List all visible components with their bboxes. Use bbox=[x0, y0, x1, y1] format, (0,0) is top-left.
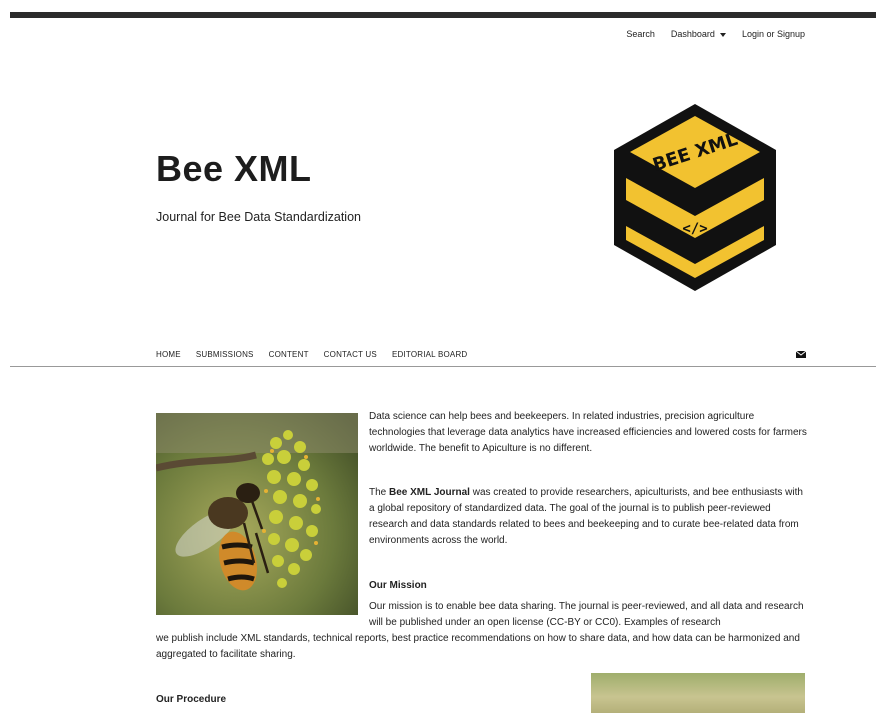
nav-divider bbox=[10, 366, 876, 367]
procedure-photo bbox=[591, 673, 805, 713]
intro-paragraph: Data science can help bees and beekeeper… bbox=[369, 411, 807, 454]
site-title[interactable]: Bee XML bbox=[156, 148, 312, 190]
login-signup-link[interactable]: Login or Signup bbox=[742, 29, 805, 39]
mission-paragraph-part1: Our mission is to enable bee data sharin… bbox=[369, 601, 804, 628]
bee-photo bbox=[156, 413, 358, 615]
envelope-icon[interactable] bbox=[796, 351, 806, 358]
mission-paragraph-part2: we publish include XML standards, techni… bbox=[156, 633, 800, 660]
nav-content[interactable]: CONTENT bbox=[269, 350, 309, 359]
journal-name: Bee XML Journal bbox=[389, 487, 470, 498]
nav-contact-us[interactable]: CONTACT US bbox=[324, 350, 377, 359]
procedure-heading: Our Procedure bbox=[156, 694, 227, 705]
journal-paragraph-prefix: The bbox=[369, 487, 390, 498]
top-bar bbox=[10, 12, 876, 18]
main-nav: HOME SUBMISSIONS CONTENT CONTACT US EDIT… bbox=[156, 350, 467, 359]
nav-home[interactable]: HOME bbox=[156, 350, 181, 359]
search-link[interactable]: Search bbox=[626, 29, 655, 39]
mission-heading: Our Mission bbox=[369, 580, 427, 591]
site-tagline: Journal for Bee Data Standardization bbox=[156, 210, 361, 224]
nav-submissions[interactable]: SUBMISSIONS bbox=[196, 350, 254, 359]
dashboard-dropdown[interactable]: Dashboard bbox=[671, 29, 726, 39]
logo-code-symbol: </> bbox=[682, 221, 707, 237]
journal-paragraph: The Bee XML Journal was created to provi… bbox=[369, 485, 809, 549]
caret-down-icon bbox=[719, 32, 726, 37]
dashboard-label: Dashboard bbox=[670, 29, 715, 39]
nav-editorial-board[interactable]: EDITORIAL BOARD bbox=[392, 350, 467, 359]
utility-nav: Search Dashboard Login or Signup bbox=[626, 29, 805, 39]
bee-xml-logo[interactable]: BEE XML </> bbox=[610, 100, 780, 295]
